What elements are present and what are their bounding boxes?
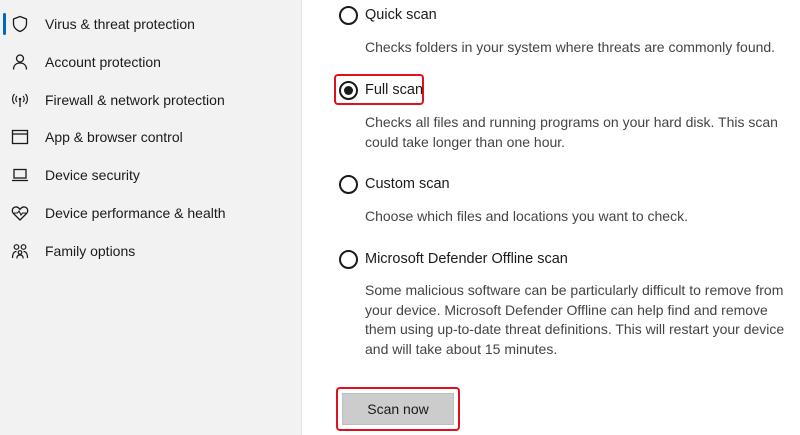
sidebar-item-label: Device performance & health bbox=[45, 205, 226, 221]
wifi-signal-icon bbox=[10, 90, 30, 110]
sidebar-item-account-protection[interactable]: Account protection bbox=[0, 45, 302, 79]
person-icon bbox=[10, 52, 30, 72]
full-scan-radio[interactable] bbox=[339, 81, 358, 100]
browser-window-icon bbox=[10, 127, 30, 147]
scan-options-panel: Quick scan Checks folders in your system… bbox=[302, 0, 800, 435]
full-scan-description: Checks all files and running programs on… bbox=[365, 114, 778, 150]
sidebar-item-family-options[interactable]: Family options bbox=[0, 234, 302, 268]
custom-scan-label[interactable]: Custom scan bbox=[365, 176, 450, 192]
sidebar-item-label: App & browser control bbox=[45, 129, 183, 145]
sidebar-item-label: Device security bbox=[45, 167, 140, 183]
sidebar-item-firewall-network-protection[interactable]: Firewall & network protection bbox=[0, 83, 302, 117]
quick-scan-radio[interactable] bbox=[339, 6, 358, 25]
sidebar-item-label: Virus & threat protection bbox=[45, 16, 195, 32]
quick-scan-label[interactable]: Quick scan bbox=[365, 7, 437, 23]
offline-scan-label[interactable]: Microsoft Defender Offline scan bbox=[365, 251, 568, 267]
sidebar-item-label: Account protection bbox=[45, 54, 161, 70]
heart-pulse-icon bbox=[10, 203, 30, 223]
sidebar-item-device-security[interactable]: Device security bbox=[0, 158, 302, 192]
full-scan-label[interactable]: Full scan bbox=[365, 82, 423, 98]
offline-scan-radio[interactable] bbox=[339, 250, 358, 269]
sidebar-item-virus-threat-protection[interactable]: Virus & threat protection bbox=[0, 7, 302, 41]
scan-now-button[interactable]: Scan now bbox=[342, 393, 454, 425]
family-icon bbox=[10, 241, 30, 261]
windows-security-window: Virus & threat protection Account protec… bbox=[0, 0, 800, 435]
sidebar-item-device-performance-health[interactable]: Device performance & health bbox=[0, 196, 302, 230]
sidebar-item-label: Firewall & network protection bbox=[45, 92, 225, 108]
sidebar-item-label: Family options bbox=[45, 243, 136, 259]
sidebar: Virus & threat protection Account protec… bbox=[0, 0, 302, 435]
custom-scan-radio[interactable] bbox=[339, 175, 358, 194]
custom-scan-description: Choose which files and locations you wan… bbox=[365, 208, 688, 224]
offline-scan-description: Some malicious software can be particula… bbox=[365, 282, 785, 357]
quick-scan-description: Checks folders in your system where thre… bbox=[365, 39, 776, 55]
laptop-icon bbox=[10, 165, 30, 185]
shield-icon bbox=[10, 14, 30, 34]
sidebar-item-app-browser-control[interactable]: App & browser control bbox=[0, 120, 302, 154]
